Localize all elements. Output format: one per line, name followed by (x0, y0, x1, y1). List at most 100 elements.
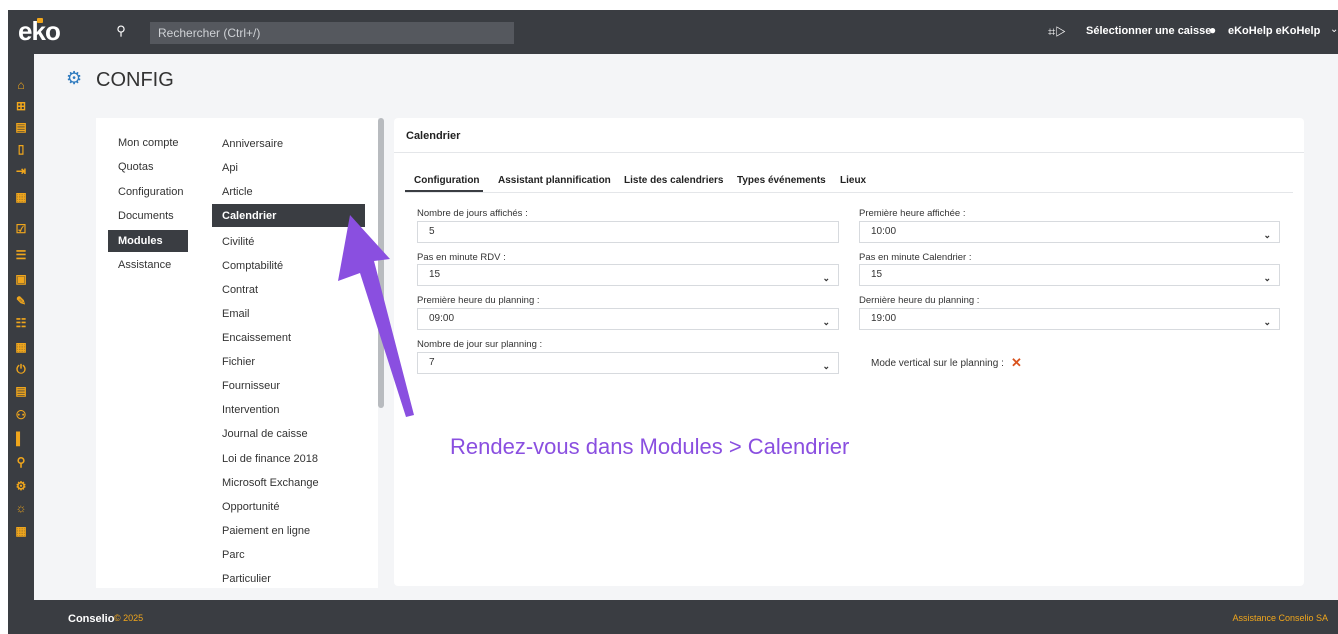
list-icon[interactable]: ☰ (13, 248, 29, 262)
premiere-heure-select[interactable]: 10:00 ⌄ (859, 221, 1280, 243)
nav-item-configuration[interactable]: Configuration (118, 186, 183, 198)
document-icon[interactable]: ▤ (13, 120, 29, 134)
chevron-down-icon: ⌄ (822, 273, 830, 283)
card-divider (394, 152, 1304, 153)
nav-item-documents[interactable]: Documents (118, 210, 174, 222)
tab-lieux[interactable]: Lieux (840, 175, 866, 186)
pointer-arrow-icon (338, 215, 414, 417)
pas-calendrier-value: 15 (871, 269, 883, 280)
nav-item-modules[interactable]: Modules (108, 230, 188, 252)
nav-item-quotas[interactable]: Quotas (118, 161, 153, 173)
module-item-microsoft-exchange[interactable]: Microsoft Exchange (222, 477, 319, 489)
page-header: ⚙ CONFIG (34, 54, 1338, 110)
nav-item-mon-compte[interactable]: Mon compte (118, 137, 179, 149)
footer-support-link[interactable]: Assistance Conselio SA (1232, 613, 1328, 623)
chevron-down-icon: ⌄ (822, 317, 830, 327)
nb-jours-label: Nombre de jours affichés : (417, 208, 528, 219)
task-icon[interactable]: ☑ (13, 222, 29, 236)
calendar-icon[interactable]: ▦ (13, 190, 29, 204)
module-item-particulier[interactable]: Particulier (222, 573, 271, 585)
tab-types-evenements[interactable]: Types événements (737, 175, 826, 186)
pas-rdv-value: 15 (429, 269, 441, 280)
eko-logo[interactable]: eko (18, 16, 61, 47)
chevron-down-icon[interactable]: ⌄ (1330, 24, 1338, 35)
nav-item-modules-label: Modules (118, 235, 163, 247)
footer: Conselio © 2025 Assistance Conselio SA (8, 600, 1338, 634)
premiere-heure-value: 10:00 (871, 226, 897, 237)
module-item-email[interactable]: Email (222, 308, 250, 320)
premiere-planning-label: Première heure du planning : (417, 295, 540, 306)
module-item-parc[interactable]: Parc (222, 549, 245, 561)
module-item-comptabilite[interactable]: Comptabilité (222, 260, 283, 272)
power-icon[interactable]: ⏻ (13, 362, 29, 376)
module-item-encaissement[interactable]: Encaissement (222, 332, 291, 344)
nb-jours-input[interactable]: 5 (417, 221, 839, 243)
mode-vertical-label: Mode vertical sur le planning : (871, 358, 1004, 369)
chevron-down-icon: ⌄ (1263, 230, 1271, 240)
premiere-planning-value: 09:00 (429, 313, 455, 324)
derniere-planning-label: Dernière heure du planning : (859, 295, 980, 306)
nb-jour-planning-label: Nombre de jour sur planning : (417, 339, 543, 350)
tab-configuration[interactable]: Configuration (414, 175, 480, 186)
search-icon[interactable]: ⚲ (112, 23, 130, 41)
footer-brand: Conselio (68, 613, 115, 625)
search-rail-icon[interactable]: ⚲ (13, 455, 29, 469)
search-input[interactable]: Rechercher (Ctrl+/) (150, 22, 514, 44)
nb-jour-planning-value: 7 (429, 357, 435, 368)
premiere-planning-select[interactable]: 09:00 ⌄ (417, 308, 839, 330)
add-box-icon[interactable]: ⊞ (13, 99, 29, 113)
settings-icon[interactable]: ⚙ (13, 479, 29, 493)
bar-chart-icon[interactable]: ▍ (13, 432, 29, 446)
derniere-planning-value: 19:00 (871, 313, 897, 324)
hierarchy-icon[interactable]: ☷ (13, 316, 29, 330)
gears-icon: ⚙ (66, 68, 83, 88)
premiere-heure-label: Première heure affichée : (859, 208, 966, 219)
module-item-contrat[interactable]: Contrat (222, 284, 258, 296)
module-item-opportunite[interactable]: Opportunité (222, 501, 279, 513)
tutorial-annotation: Rendez-vous dans Modules > Calendrier (450, 434, 850, 459)
top-bar: eko ⚲ Rechercher (Ctrl+/) ⌗▷ Sélectionne… (8, 10, 1338, 54)
user-menu-button[interactable]: eKoHelp eKoHelp (1228, 25, 1320, 37)
nb-jour-planning-select[interactable]: 7 ⌄ (417, 352, 839, 374)
folder-icon[interactable]: ▣ (13, 272, 29, 286)
export-icon[interactable]: ⇥ (13, 164, 29, 178)
module-item-paiement-en-ligne[interactable]: Paiement en ligne (222, 525, 310, 537)
module-item-article[interactable]: Article (222, 186, 253, 198)
tab-liste-des-calendriers[interactable]: Liste des calendriers (624, 175, 724, 186)
module-item-intervention[interactable]: Intervention (222, 404, 279, 416)
receipt-icon[interactable]: ▤ (13, 384, 29, 398)
pas-rdv-select[interactable]: 15 ⌄ (417, 264, 839, 286)
footer-year: © 2025 (114, 613, 144, 623)
chevron-down-icon: ⌄ (1263, 317, 1271, 327)
nav-item-assistance[interactable]: Assistance (118, 259, 171, 271)
home-icon[interactable]: ⌂ (13, 78, 29, 92)
module-item-calendrier-label: Calendrier (222, 210, 277, 222)
module-item-api[interactable]: Api (222, 162, 238, 174)
card-title: Calendrier (406, 130, 461, 142)
module-item-anniversaire[interactable]: Anniversaire (222, 138, 283, 150)
pas-rdv-label: Pas en minute RDV : (417, 252, 506, 263)
group-icon[interactable]: ⚇ (13, 408, 29, 422)
sidebar-rail: ⌂ ⊞ ▤ ▯ ⇥ ▦ ☑ ☰ ▣ ✎ ☷ ▦ ⏻ ▤ ⚇ ▍ ⚲ ⚙ ☼ ▦ (8, 54, 34, 600)
select-cash-register-button[interactable]: Sélectionner une caisse (1086, 25, 1211, 37)
module-item-civilite[interactable]: Civilité (222, 236, 254, 248)
module-item-fournisseur[interactable]: Fournisseur (222, 380, 280, 392)
pas-calendrier-label: Pas en minute Calendrier : (859, 252, 972, 263)
derniere-planning-select[interactable]: 19:00 ⌄ (859, 308, 1280, 330)
module-item-fichier[interactable]: Fichier (222, 356, 255, 368)
pas-calendrier-select[interactable]: 15 ⌄ (859, 264, 1280, 286)
tab-assistant-plannification[interactable]: Assistant plannification (498, 175, 611, 186)
building-icon[interactable]: ▦ (13, 340, 29, 354)
module-item-journal-de-caisse[interactable]: Journal de caisse (222, 428, 308, 440)
file-icon[interactable]: ▯ (13, 142, 29, 156)
chevron-down-icon: ⌄ (822, 361, 830, 371)
user-icon[interactable]: ● (1209, 23, 1216, 37)
checklist-icon[interactable]: ✎ (13, 294, 29, 308)
calculator-icon[interactable]: ▦ (13, 524, 29, 538)
cash-register-icon[interactable]: ⌗▷ (1048, 24, 1066, 40)
mode-vertical-toggle[interactable]: ✕ (1011, 355, 1022, 371)
chevron-down-icon: ⌄ (1263, 273, 1271, 283)
support-icon[interactable]: ☼ (13, 501, 29, 515)
tabs-divider (405, 192, 1293, 193)
module-item-loi-de-finance[interactable]: Loi de finance 2018 (222, 453, 318, 465)
